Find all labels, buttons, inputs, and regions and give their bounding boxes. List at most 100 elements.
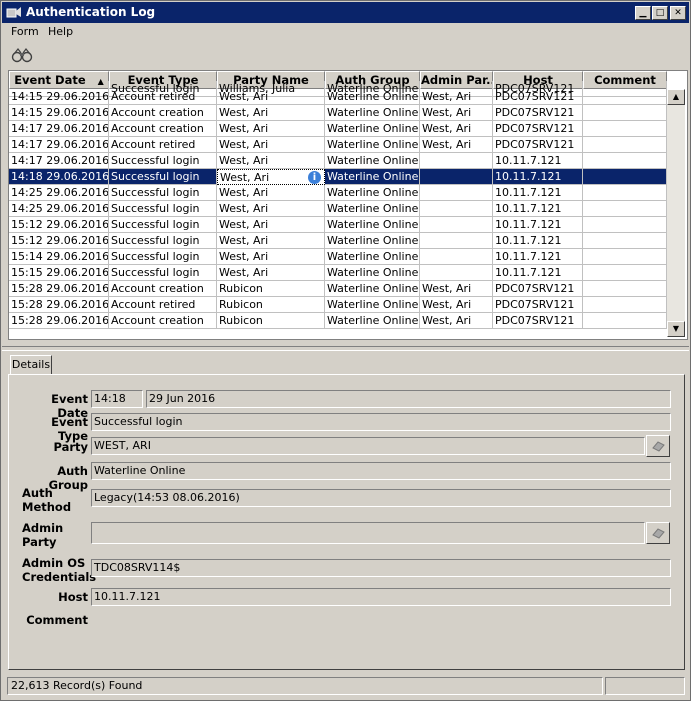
cell-event-date: 15:14 29.06.2016 (9, 249, 109, 265)
cell-event-type: Account retired (109, 89, 217, 105)
event-date-field: 29 Jun 2016 (146, 390, 671, 408)
table-row[interactable]: 15:12 29.06.2016 Successful login West, Ar… (9, 217, 667, 233)
table-row[interactable]: 14:18 29.06.2016 Successful login West, Ar… (9, 169, 667, 185)
cell-comment (583, 89, 667, 105)
party-lookup-button[interactable] (646, 435, 670, 457)
cell-comment (583, 265, 667, 281)
cell-event-type: Successful login (109, 185, 217, 201)
event-type-label: Event Type (51, 415, 88, 443)
cell-event-type: Account creation (109, 121, 217, 137)
cell-party-name: West, Ari (217, 217, 325, 233)
cell-event-date: 14:15 29.06.2016 (9, 89, 109, 105)
cell-event-date: 15:12 29.06.2016 (9, 217, 109, 233)
scroll-down-button[interactable]: ▼ (667, 321, 685, 337)
cell-admin-party (420, 201, 493, 217)
admin-party-lookup-button[interactable] (646, 522, 670, 544)
cell-auth-group: Waterline Online (325, 297, 420, 313)
app-icon (6, 7, 21, 18)
admin-os-credentials-label: Admin OS Credentials (22, 556, 97, 584)
cell-admin-party (420, 153, 493, 169)
table-row[interactable]: 14:17 29.06.2016 Successful login West, Ar… (9, 153, 667, 169)
pane-splitter[interactable] (2, 346, 689, 351)
cell-event-date: 14:17 29.06.2016 (9, 121, 109, 137)
cell-comment (583, 281, 667, 297)
table-row[interactable]: 14:17 29.06.2016 Account retired West, Ari… (9, 137, 667, 153)
cell-comment (583, 105, 667, 121)
maximize-button[interactable]: □ (652, 6, 668, 20)
cell-admin-party: West, Ari (420, 105, 493, 121)
close-button[interactable]: ✕ (670, 6, 686, 20)
cell-party-name: West, Ari (217, 105, 325, 121)
cell-host: PDC07SRV121 (493, 137, 583, 153)
auth-method-field: Legacy(14:53 08.06.2016) (91, 489, 671, 507)
cell-event-date: 15:15 29.06.2016 (9, 265, 109, 281)
table-row[interactable]: 15:14 29.06.2016 Successful login West, Ar… (9, 249, 667, 265)
cell-event-date: 14:17 29.06.2016 (9, 137, 109, 153)
scroll-up-button[interactable]: ▲ (667, 89, 685, 105)
cell-admin-party (420, 217, 493, 233)
cell-party-name: West, Ari (217, 153, 325, 169)
cell-party-name: West, Ari (217, 185, 325, 201)
cell-comment (583, 217, 667, 233)
party-label: Party (53, 440, 88, 454)
cell-event-date: 15:12 29.06.2016 (9, 233, 109, 249)
cell-event-type: Account creation (109, 105, 217, 121)
cell-admin-party: West, Ari (420, 313, 493, 329)
minimize-button[interactable]: ▁ (635, 6, 651, 20)
table-row[interactable]: 15:28 29.06.2016 Account creation Rubicon W… (9, 313, 667, 329)
cell-auth-group: Waterline Online (325, 153, 420, 169)
cell-event-date: 15:28 29.06.2016 (9, 281, 109, 297)
table-row[interactable]: 14:25 29.06.2016 Successful login West, Ar… (9, 185, 667, 201)
cell-party-name: West, Ari (217, 249, 325, 265)
cell-auth-group: Waterline Online (325, 233, 420, 249)
auth-log-grid[interactable]: Event Date ▲ Event Type Party Name Auth … (8, 70, 688, 340)
cell-auth-group: Waterline Online (325, 249, 420, 265)
cell-host: PDC07SRV121 (493, 297, 583, 313)
cell-auth-group: Waterline Online (325, 89, 420, 105)
cell-auth-group: Waterline Online (325, 185, 420, 201)
table-row[interactable]: 15:28 29.06.2016 Account creation Rubicon W… (9, 281, 667, 297)
cell-event-type: Successful login (109, 217, 217, 233)
cell-admin-party: West, Ari (420, 89, 493, 105)
cell-host: 10.11.7.121 (493, 185, 583, 201)
cell-auth-group: Waterline Online (325, 281, 420, 297)
table-row[interactable]: 15:15 29.06.2016 Successful login West, Ar… (9, 265, 667, 281)
title-bar[interactable]: Authentication Log ▁ □ ✕ (2, 2, 689, 23)
cell-party-name: West, Ari (217, 121, 325, 137)
comment-label: Comment (26, 613, 88, 627)
grid-vertical-scrollbar[interactable]: ▲ ▼ (667, 89, 685, 337)
cell-comment (583, 169, 667, 185)
party-field: WEST, ARI (91, 437, 645, 455)
table-row[interactable]: 14:17 29.06.2016 Account creation West, Ar… (9, 121, 667, 137)
menu-help[interactable]: Help (48, 25, 73, 38)
status-panel-2 (605, 677, 685, 695)
table-row[interactable]: 15:12 29.06.2016 Successful login West, Ar… (9, 233, 667, 249)
menu-bar: Form Help (2, 23, 689, 41)
table-row[interactable]: 14:25 29.06.2016 Successful login West, Ar… (9, 201, 667, 217)
event-type-field: Successful login (91, 413, 671, 431)
table-row[interactable]: 15:28 29.06.2016 Account retired Rubicon Wa… (9, 297, 667, 313)
event-time-field: 14:18 (91, 390, 143, 408)
admin-party-label: Admin Party (22, 521, 64, 549)
cell-event-date: 15:28 29.06.2016 (9, 297, 109, 313)
cell-admin-party: West, Ari (420, 281, 493, 297)
binoculars-icon[interactable] (10, 46, 34, 64)
cell-auth-group: Waterline Online (325, 105, 420, 121)
info-icon[interactable]: i (308, 171, 321, 184)
cell-comment (583, 249, 667, 265)
table-row[interactable]: 14:15 29.06.2016 Account retired West, Ari… (9, 89, 667, 105)
cell-party-name: Rubicon (217, 313, 325, 329)
cell-host: PDC07SRV121 (493, 313, 583, 329)
cell-party-name: West, Ari (217, 201, 325, 217)
cell-host: PDC07SRV121 (493, 281, 583, 297)
auth-method-label: Auth Method (22, 486, 72, 514)
cell-event-date: 14:17 29.06.2016 (9, 153, 109, 169)
table-row[interactable]: 14:15 29.06.2016 Account creation West, Ar… (9, 105, 667, 121)
cell-host: 10.11.7.121 (493, 233, 583, 249)
cell-event-type: Successful login (109, 169, 217, 185)
cell-host: 10.11.7.121 (493, 249, 583, 265)
cell-host: PDC07SRV121 (493, 121, 583, 137)
tab-details[interactable]: Details (10, 355, 52, 374)
menu-form[interactable]: Form (11, 25, 39, 38)
cell-party-name: West, Ari (217, 137, 325, 153)
